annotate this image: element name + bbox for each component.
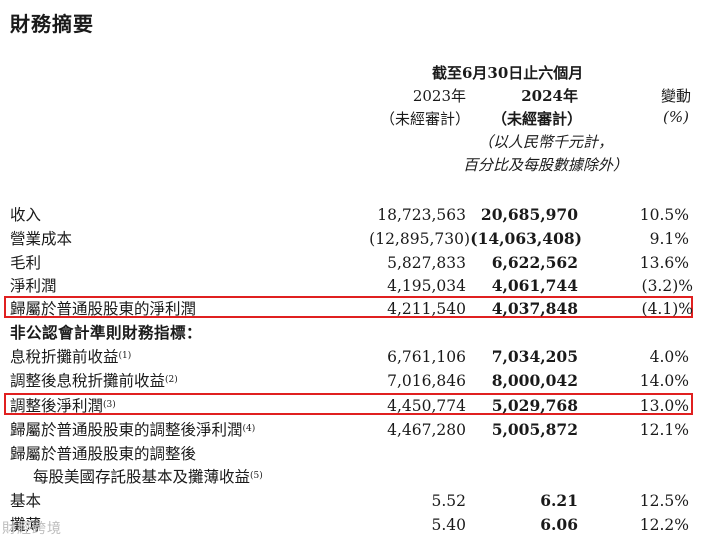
table-row: 息稅折攤前收益(1) 6,761,106 7,034,205 4.0% (10, 347, 689, 366)
table-row: 淨利潤 4,195,034 4,061,744 (3.2)% (10, 276, 693, 295)
section-header: 非公認會計準則財務指標： (10, 324, 203, 342)
table-row: 每股美國存託股基本及攤薄收益(5) (33, 468, 263, 486)
change-header: 變動 (660, 87, 691, 105)
table-row: 收入 18,723,563 20,685,970 10.5% (10, 205, 689, 224)
table-row: 歸屬於普通股股東的調整後淨利潤(4) 4,467,280 5,005,872 1… (10, 420, 689, 439)
watermark: 財經跨境 (2, 521, 62, 537)
table-row: 調整後淨利潤(3) 4,450,774 5,029,768 13.0% (10, 396, 689, 415)
currency-note-line1: （以人民幣千元計， (477, 133, 613, 151)
year-2023-header: 2023年 (412, 87, 466, 105)
change-unit: (%) (663, 108, 689, 126)
table-row: 歸屬於普通股股東的淨利潤 4,211,540 4,037,848 (4.1)% (10, 299, 693, 318)
year-2024-header: 2024年 (521, 87, 578, 105)
page-title: 財務摘要 (10, 12, 94, 36)
table-row: 基本 5.52 6.21 12.5% (10, 491, 689, 510)
period-header: 截至6月30日止六個月 (432, 64, 584, 82)
table-row: 毛利 5,827,833 6,622,562 13.6% (10, 253, 689, 272)
unaudited-2024: （未經審計） (491, 110, 582, 128)
table-row: 攤薄 5.40 6.06 12.2% (10, 515, 689, 534)
table-row: 調整後息稅折攤前收益(2) 7,016,846 8,000,042 14.0% (10, 371, 689, 390)
table-row: 營業成本 (12,895,730) (14,063,408) 9.1% (10, 229, 689, 248)
table-row: 歸屬於普通股股東的調整後 (10, 445, 197, 463)
currency-note-line2: 百分比及每股數據除外） (462, 156, 628, 174)
unaudited-2023: （未經審計） (379, 110, 470, 128)
